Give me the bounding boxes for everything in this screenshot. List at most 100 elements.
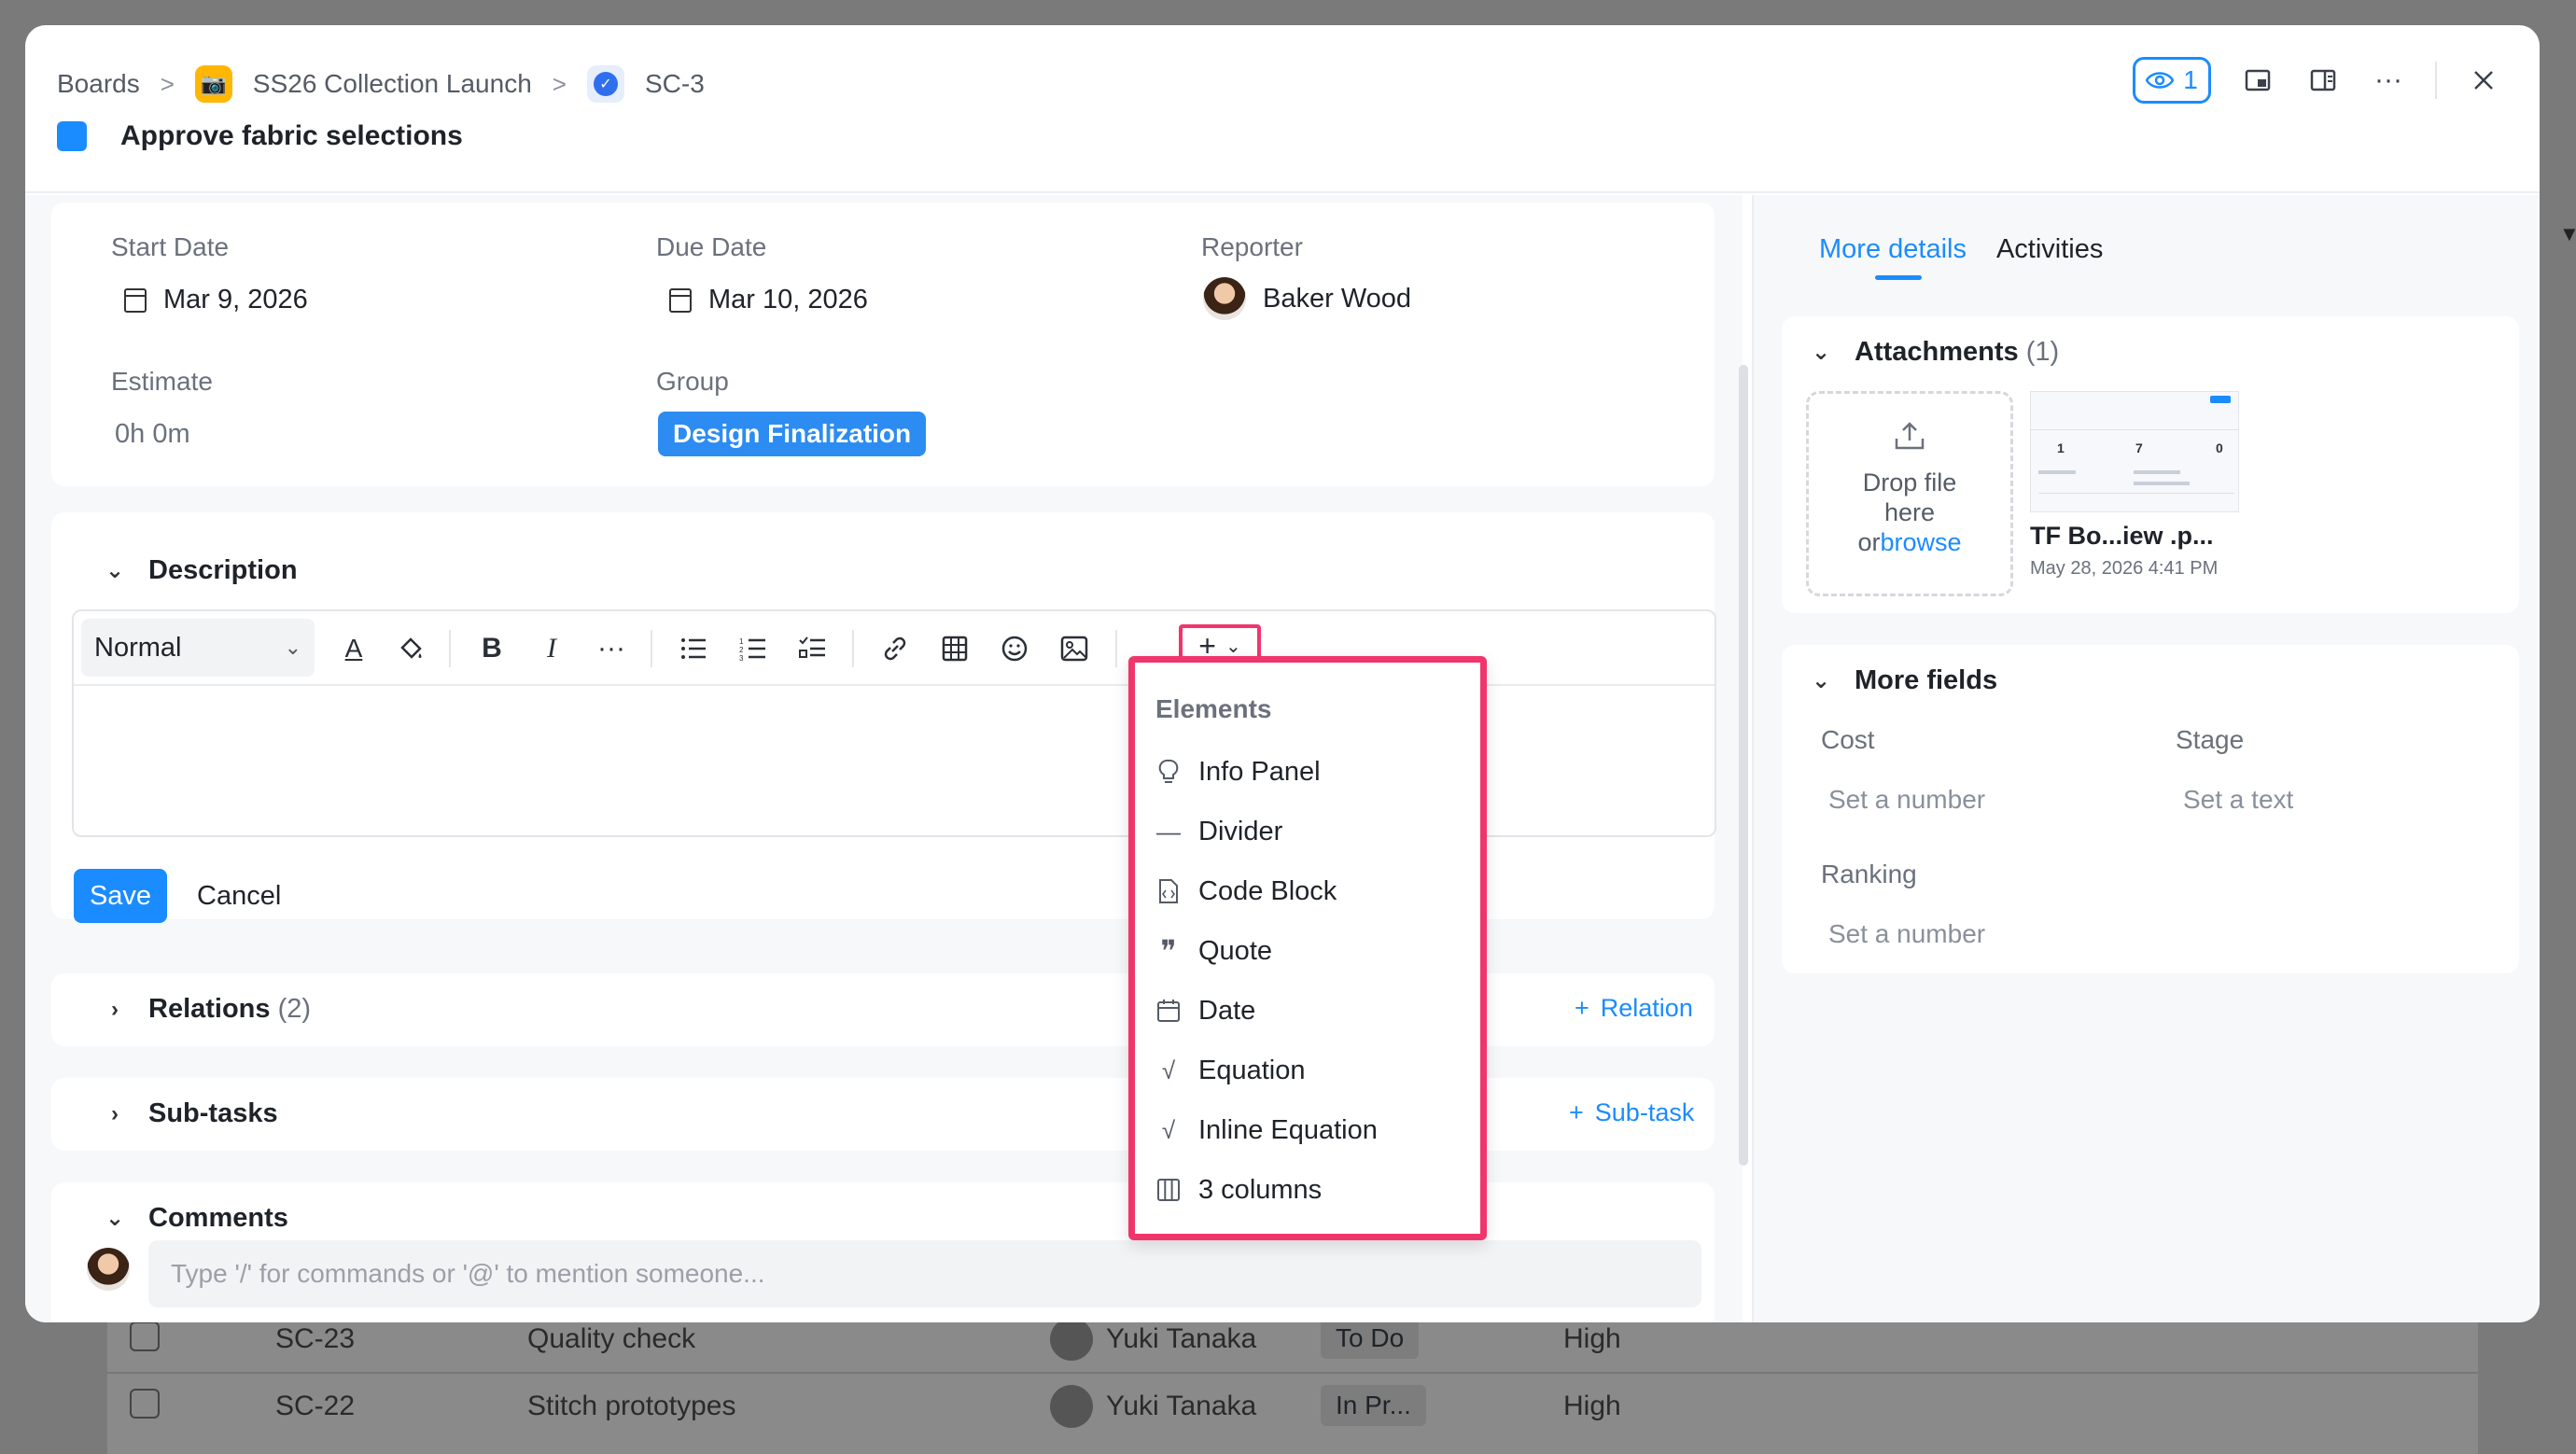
due-date-field[interactable]: Mar 10, 2026 (669, 285, 868, 315)
subtasks-header[interactable]: › Sub-tasks (104, 1098, 278, 1129)
stage-field[interactable]: Set a text (2183, 785, 2293, 815)
more-fields-card: ⌄ More fields Cost Set a number Stage Se… (1782, 645, 2519, 973)
group-badge[interactable]: Design Finalization (658, 412, 927, 456)
estimate-field[interactable]: 0h 0m (115, 419, 190, 450)
chevron-down-icon: ⌄ (105, 1206, 125, 1231)
row-assignee: Yuki Tanaka (1106, 1391, 1257, 1421)
breadcrumb-issue-key[interactable]: SC-3 (645, 69, 705, 99)
details-tabs: More details Activities (1819, 234, 2103, 280)
estimate-label: Estimate (111, 367, 213, 396)
divider (651, 630, 652, 667)
avatar (1050, 1385, 1093, 1428)
italic-icon[interactable]: I (531, 628, 572, 669)
browse-link[interactable]: browse (1880, 528, 1961, 556)
more-format-icon[interactable]: ··· (591, 628, 632, 669)
tab-more-details[interactable]: More details (1819, 234, 1967, 280)
bold-icon[interactable]: B (471, 628, 512, 669)
status-badge[interactable]: In Pr... (1321, 1385, 1426, 1426)
close-icon[interactable] (2465, 62, 2502, 99)
save-button[interactable]: Save (74, 869, 167, 923)
relations-header[interactable]: › Relations (2) (104, 994, 311, 1025)
cost-label: Cost (1821, 725, 1875, 754)
breadcrumb-project[interactable]: SS26 Collection Launch (253, 69, 532, 99)
svg-text:2: 2 (739, 646, 744, 654)
breadcrumb-boards[interactable]: Boards (57, 69, 140, 99)
relations-title: Relations (148, 994, 271, 1024)
comments-header[interactable]: ⌄ Comments (104, 1203, 288, 1234)
drop-text: Drop file (1862, 468, 1957, 496)
menu-item-code-block[interactable]: Code Block (1155, 868, 1337, 915)
eye-icon (2146, 72, 2175, 89)
table-icon[interactable] (934, 628, 975, 669)
row-assignee: Yuki Tanaka (1106, 1323, 1257, 1354)
window-icon[interactable] (2239, 62, 2276, 99)
comment-input[interactable]: Type '/' for commands or '@' to mention … (148, 1240, 1701, 1307)
description-title: Description (148, 555, 298, 585)
image-icon[interactable] (1054, 628, 1095, 669)
more-fields-header[interactable]: ⌄ More fields (1810, 665, 1997, 696)
checklist-icon[interactable] (792, 628, 833, 669)
text-color-icon[interactable]: A (333, 628, 374, 669)
page-title[interactable]: Approve fabric selections (120, 120, 463, 152)
menu-item-3-columns[interactable]: 3 columns (1155, 1167, 1322, 1213)
issue-color-square[interactable] (57, 121, 87, 151)
start-date-label: Start Date (111, 232, 230, 261)
start-date-field[interactable]: Mar 9, 2026 (124, 285, 308, 315)
bullet-list-icon[interactable] (673, 628, 714, 669)
cancel-button[interactable]: Cancel (197, 869, 281, 923)
comments-title: Comments (148, 1203, 288, 1233)
table-row[interactable]: SC-22 Stitch prototypes Yuki Tanaka In P… (107, 1372, 2478, 1439)
issue-detail-modal: Boards > 📷 SS26 Collection Launch > ✓ SC… (25, 25, 2540, 1322)
row-checkbox[interactable] (130, 1321, 160, 1351)
add-relation-button[interactable]: + Relation (1575, 994, 1693, 1023)
menu-item-label: Inline Equation (1198, 1114, 1378, 1145)
due-date-label: Due Date (656, 232, 767, 261)
divider-icon: — (1156, 817, 1181, 846)
attachments-count: (1) (2025, 337, 2060, 367)
ranking-field[interactable]: Set a number (1828, 919, 1985, 949)
row-key: SC-22 (275, 1391, 356, 1421)
more-icon[interactable]: ··· (2370, 62, 2407, 99)
viewer-count: 1 (2183, 65, 2198, 94)
reporter-field[interactable]: Baker Wood (1203, 277, 1411, 320)
row-title: Stitch prototypes (527, 1391, 736, 1421)
menu-item-divider[interactable]: — Divider (1155, 808, 1282, 855)
title-row: Approve fabric selections (57, 120, 463, 152)
tab-activities[interactable]: Activities (1996, 234, 2103, 265)
chevron-down-icon: ⌄ (1811, 340, 1831, 365)
project-camera-icon: 📷 (194, 65, 232, 103)
paint-bucket-icon[interactable] (391, 628, 432, 669)
viewers-button[interactable]: 1 (2133, 57, 2211, 104)
calendar-icon (124, 287, 147, 313)
attachment-name: TF Bo...iew .p... (2030, 522, 2214, 550)
drop-text: or (1857, 528, 1881, 556)
menu-item-info-panel[interactable]: Info Panel (1155, 748, 1321, 795)
scrollbar[interactable] (1739, 365, 1748, 1166)
due-date-value: Mar 10, 2026 (708, 285, 868, 315)
cost-field[interactable]: Set a number (1828, 785, 1985, 815)
text-style-select[interactable]: Normal ⌄ (81, 619, 315, 677)
attachment-thumbnail[interactable]: 1 7 0 (2030, 391, 2239, 512)
menu-item-date[interactable]: Date (1155, 987, 1255, 1034)
svg-text:1: 1 (739, 637, 744, 646)
link-icon[interactable] (875, 628, 916, 669)
sidebar-icon[interactable] (2304, 62, 2342, 99)
attachment-item[interactable]: 1 7 0 TF Bo...iew .p... May 28, 2026 4:4… (2030, 391, 2245, 596)
file-drop-zone[interactable]: Drop file here orbrowse (1806, 391, 2013, 596)
status-badge[interactable]: To Do (1321, 1318, 1420, 1359)
attachments-header[interactable]: ⌄ Attachments (1) (1810, 337, 2059, 368)
add-subtask-button[interactable]: + Sub-task (1569, 1098, 1694, 1127)
menu-item-quote[interactable]: ❞ Quote (1155, 928, 1272, 974)
description-header[interactable]: ⌄ Description (104, 555, 298, 586)
menu-item-label: Info Panel (1198, 756, 1321, 787)
start-date-value: Mar 9, 2026 (163, 285, 308, 315)
menu-item-equation[interactable]: √ Equation (1155, 1047, 1306, 1094)
menu-item-inline-equation[interactable]: √ Inline Equation (1155, 1107, 1378, 1153)
menu-item-label: 3 columns (1198, 1174, 1323, 1205)
numbered-list-icon[interactable]: 123 (733, 628, 774, 669)
row-checkbox[interactable] (130, 1389, 160, 1419)
divider (449, 630, 451, 667)
avatar (1050, 1318, 1093, 1361)
more-fields-title: More fields (1855, 665, 1998, 695)
emoji-icon[interactable] (994, 628, 1035, 669)
